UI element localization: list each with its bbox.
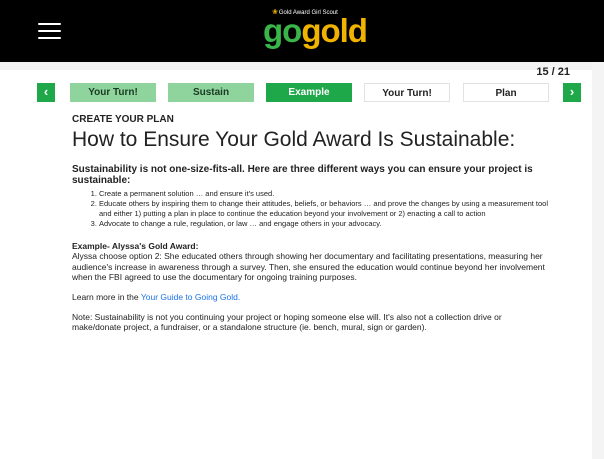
header-shadow — [0, 62, 604, 70]
chevron-left-icon[interactable]: ‹ — [37, 83, 55, 102]
intro-subhead: Sustainability is not one-size-fits-all.… — [72, 164, 533, 186]
right-gutter — [592, 62, 604, 459]
tab-example[interactable]: Example — [266, 83, 352, 102]
list-item: Advocate to change a rule, regulation, o… — [99, 219, 550, 229]
chevron-right-icon[interactable]: › — [563, 83, 581, 102]
list-item: Educate others by inspiring them to chan… — [99, 199, 550, 219]
gogold-logo[interactable]: ❀Gold Award Girl Scout gogold — [260, 7, 370, 55]
page-counter: 15 / 21 — [536, 66, 570, 78]
learn-more-text: Learn more in the Your Guide to Going Go… — [72, 291, 241, 302]
tab-your-turn-2[interactable]: Your Turn! — [364, 83, 450, 102]
app-header: ❀Gold Award Girl Scout gogold — [0, 0, 604, 62]
tab-sustain[interactable]: Sustain — [168, 83, 254, 102]
section-eyebrow: CREATE YOUR PLAN — [72, 114, 174, 125]
guide-link[interactable]: Your Guide to Going Gold. — [141, 292, 240, 302]
example-body: Alyssa choose option 2: She educated oth… — [72, 251, 545, 282]
page-title: How to Ensure Your Gold Award Is Sustain… — [72, 128, 516, 151]
example-title: Example- Alyssa's Gold Award: — [72, 241, 199, 251]
hamburger-menu-icon[interactable] — [38, 23, 61, 40]
sustainability-options-list: Create a permanent solution … and ensure… — [72, 189, 550, 229]
lesson-content: CREATE YOUR PLAN How to Ensure Your Gold… — [72, 114, 550, 333]
tab-your-turn-1[interactable]: Your Turn! — [70, 83, 156, 102]
logo-wordmark: gogold — [263, 12, 368, 49]
note-text: Note: Sustainability is not you continui… — [72, 311, 502, 333]
list-item: Create a permanent solution … and ensure… — [99, 189, 550, 199]
tab-plan[interactable]: Plan — [463, 83, 549, 102]
